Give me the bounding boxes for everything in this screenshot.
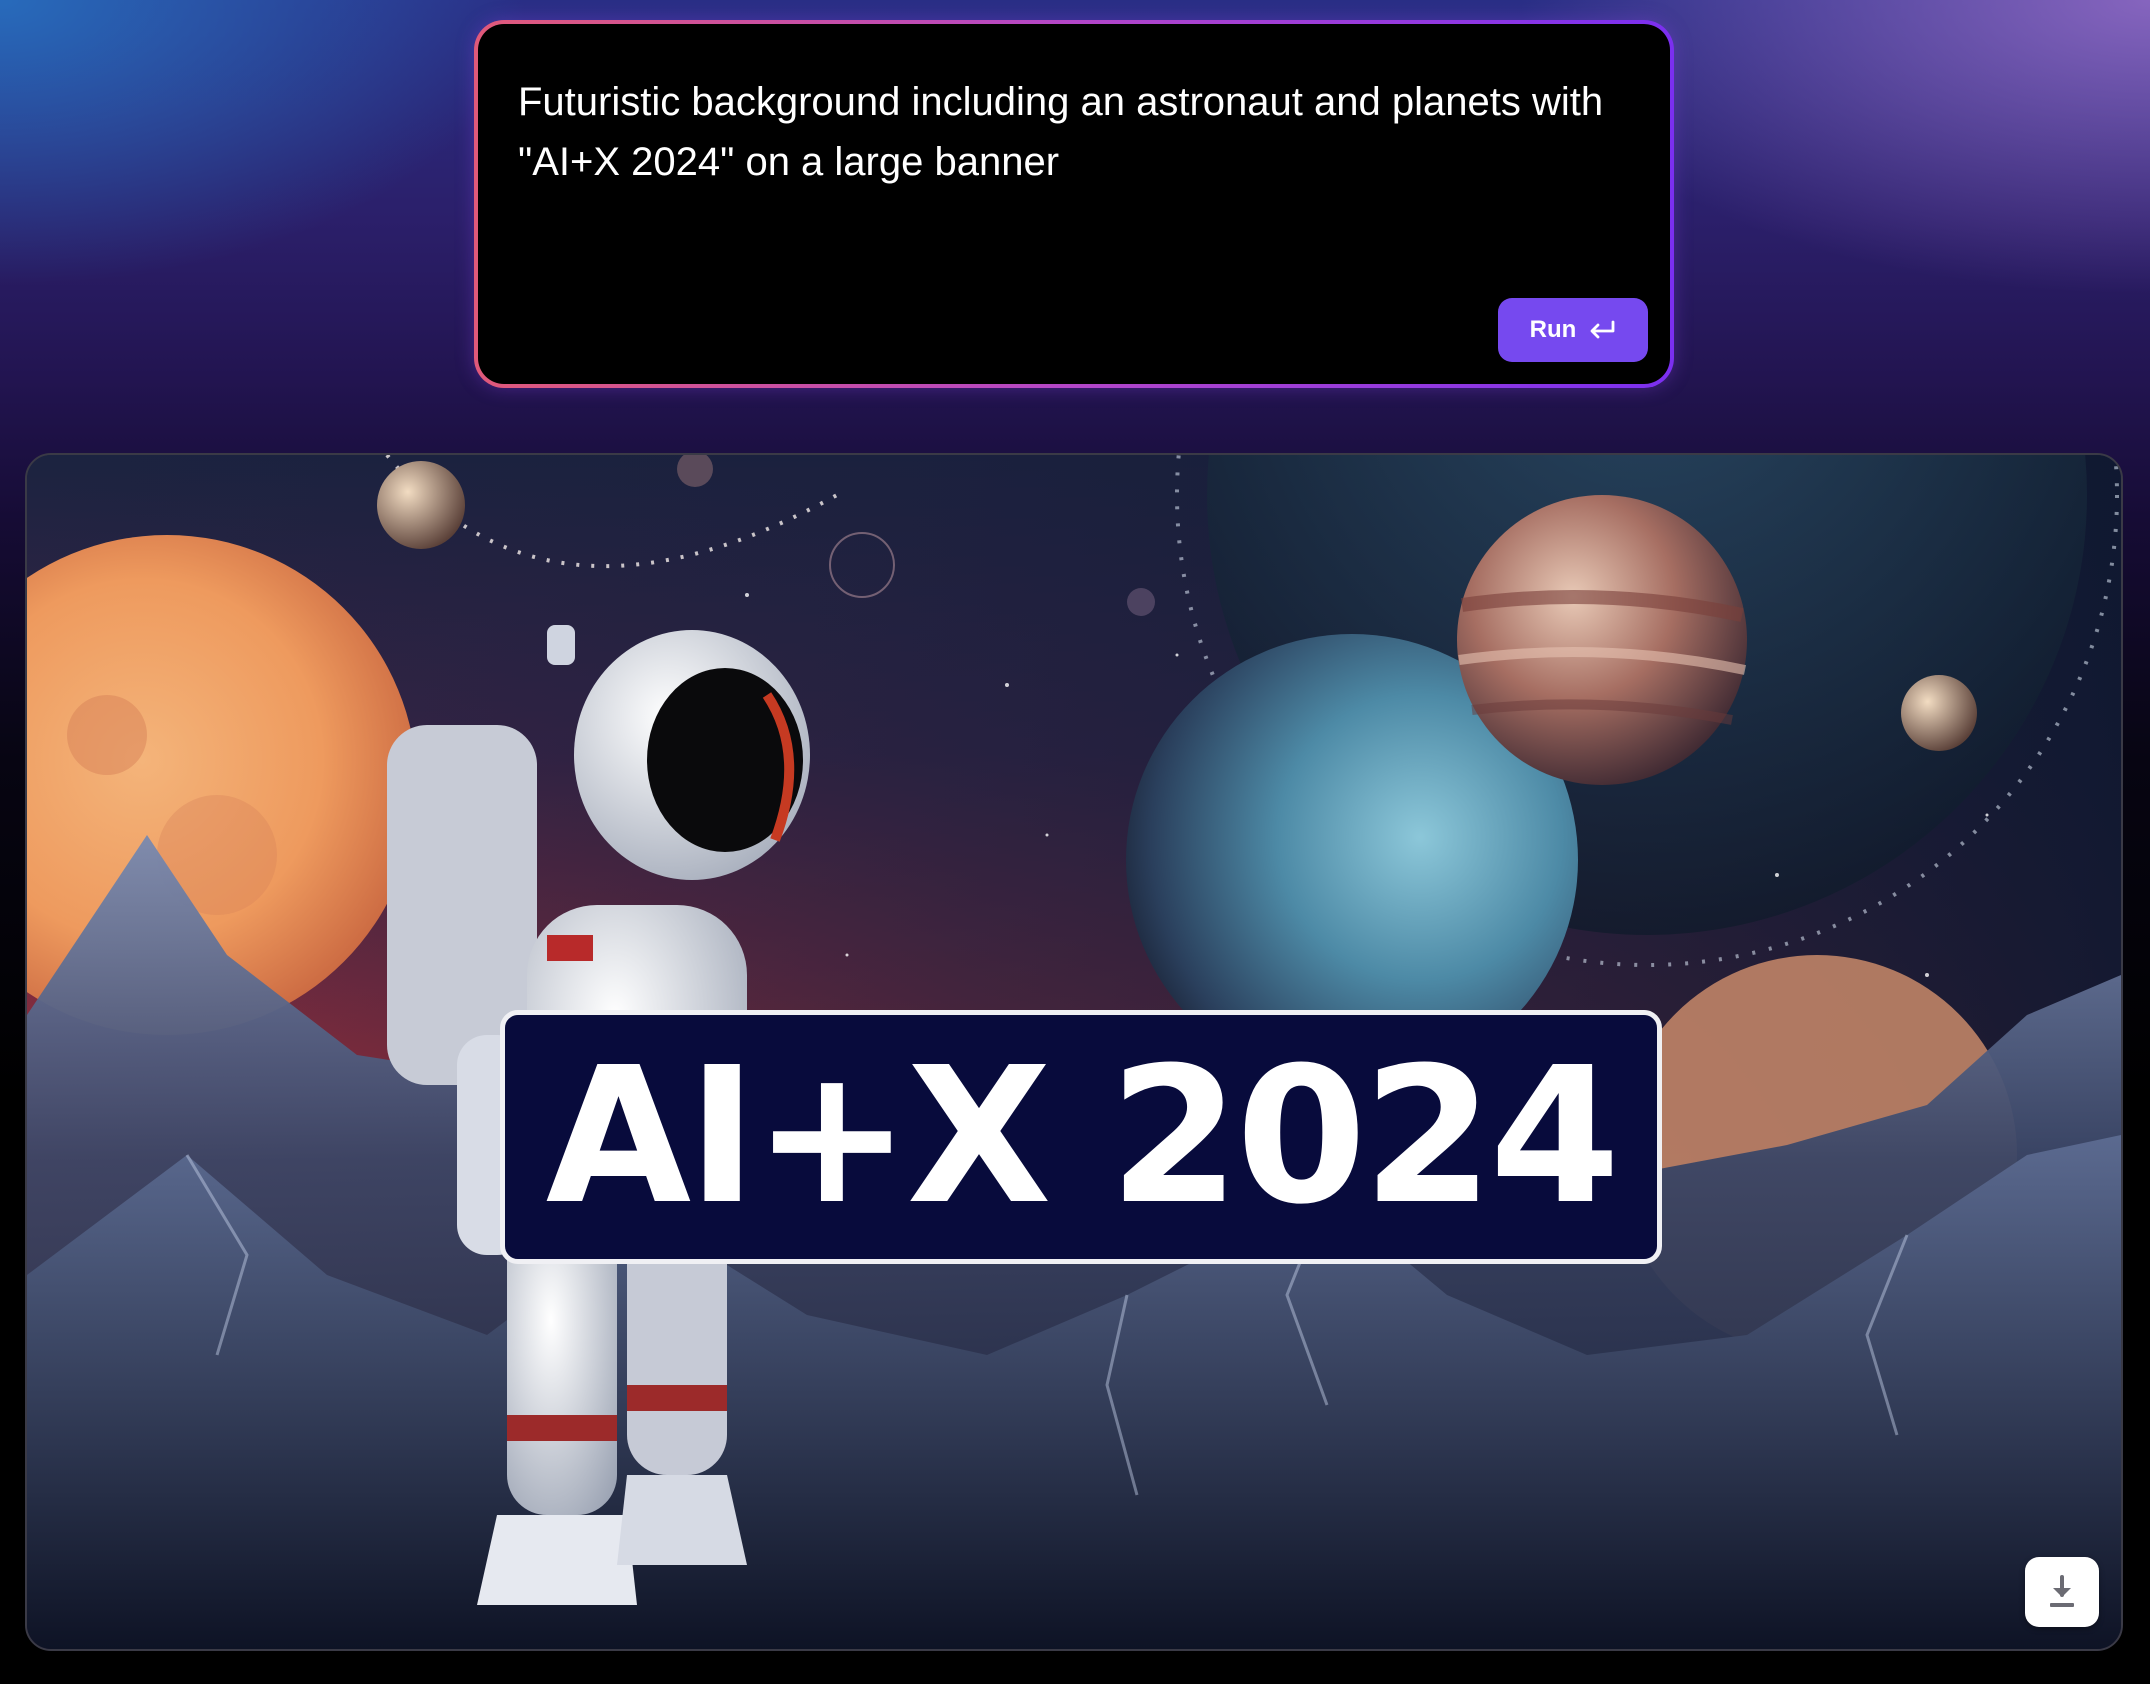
- prompt-inner: Futuristic background including an astro…: [478, 24, 1670, 384]
- run-button-label: Run: [1529, 316, 1577, 343]
- generated-image: AI+X 2024: [25, 453, 2123, 1651]
- download-icon: [2050, 1575, 2074, 1607]
- return-arrow-icon: [1590, 320, 1615, 339]
- ai-x-banner: AI+X 2024: [500, 1010, 1662, 1264]
- prompt-input[interactable]: Futuristic background including an astro…: [518, 72, 1618, 192]
- banner-text: AI+X 2024: [545, 1027, 1621, 1246]
- prompt-box: Futuristic background including an astro…: [474, 20, 1674, 388]
- download-button[interactable]: [2025, 1557, 2099, 1627]
- run-button[interactable]: Run: [1498, 298, 1648, 362]
